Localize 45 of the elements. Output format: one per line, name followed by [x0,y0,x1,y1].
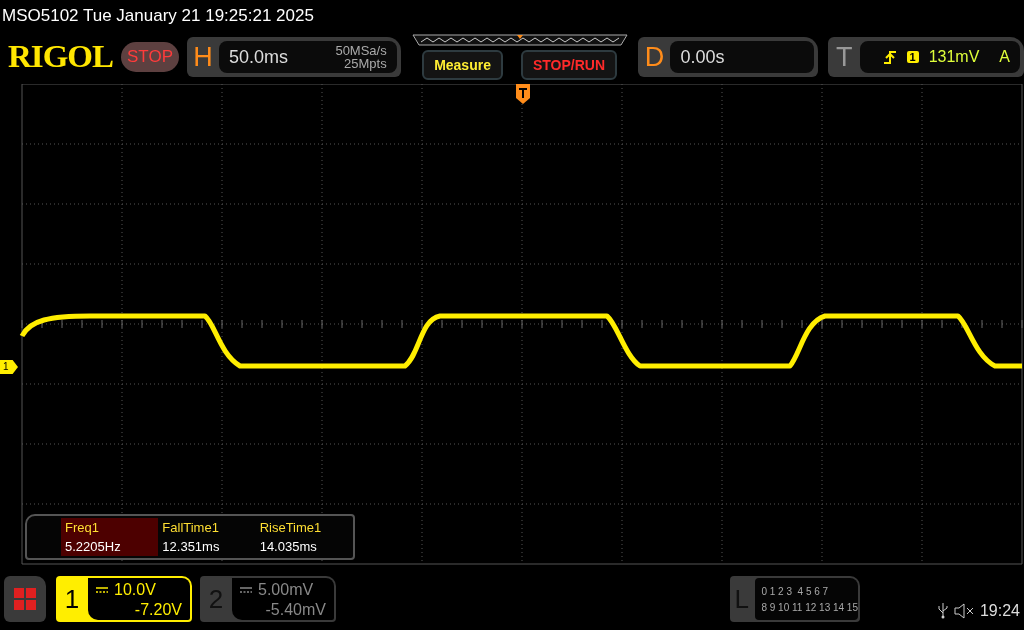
trigger-panel[interactable]: T 1 131mV A [828,37,1024,77]
horizontal-panel[interactable]: H 50.0ms 50MSa/s 25Mpts [186,37,401,77]
channel-offset: -7.20V [134,600,182,620]
trigger-source: 1 [906,51,919,63]
trigger-mode: A [999,48,1010,66]
channel-number: 1 [63,582,81,616]
speaker-muted-icon[interactable] [953,603,974,619]
measurement-item[interactable]: FallTime1 12.351ms [158,518,256,556]
measurement-item[interactable]: Freq1 5.2205Hz [61,518,159,556]
menu-button[interactable] [4,576,46,622]
measurement-value: 14.035ms [259,539,318,554]
measurement-value: 5.2205Hz [65,539,122,554]
measure-button[interactable]: Measure [422,50,503,80]
channel-scale: 5.00mV [258,580,314,600]
measurement-label: RiseTime1 [259,520,323,535]
delay-label: D [643,41,666,73]
measurement-value: 12.351ms [162,539,221,554]
trigger-position-icon [516,84,530,104]
rising-edge-icon [882,50,897,64]
grid-squares-icon [14,588,36,610]
measurement-item[interactable]: RiseTime1 14.035ms [255,518,353,556]
trigger-label: T [835,41,854,73]
channel-scale: 10.0V [114,580,156,600]
delay-value: 0.00s [680,46,725,68]
brand-logo: RIGOL [8,39,114,75]
dc-coupling-icon [96,587,108,593]
logic-channels: 8 9 10 11 12 13 14 15 [761,601,858,613]
measurement-label: FallTime1 [162,520,220,535]
timebase-value: 50.0ms [228,46,288,68]
horizontal-label: H [192,41,214,73]
channel-marker[interactable]: 1 [0,360,18,374]
run-state-indicator: STOP [121,42,179,72]
trigger-level: 131mV [928,48,980,66]
channel-panel[interactable]: 1 10.0V -7.20V [56,576,192,622]
logic-channels: 0 1 2 3 4 5 6 7 [761,585,830,597]
dc-coupling-icon [240,587,252,593]
clock: 19:24 [979,602,1020,620]
delay-panel[interactable]: D 0.00s [638,37,819,77]
sample-rate: 50MSa/s [335,44,387,57]
measurement-label: Freq1 [65,520,100,535]
memory-depth: 25Mpts [343,57,387,70]
stop-run-button[interactable]: STOP/RUN [520,50,618,80]
status-line: MSO5102 Tue January 21 19:25:21 2025 [1,5,315,27]
usb-icon [937,603,948,619]
channel-offset: -5.40mV [265,600,326,620]
